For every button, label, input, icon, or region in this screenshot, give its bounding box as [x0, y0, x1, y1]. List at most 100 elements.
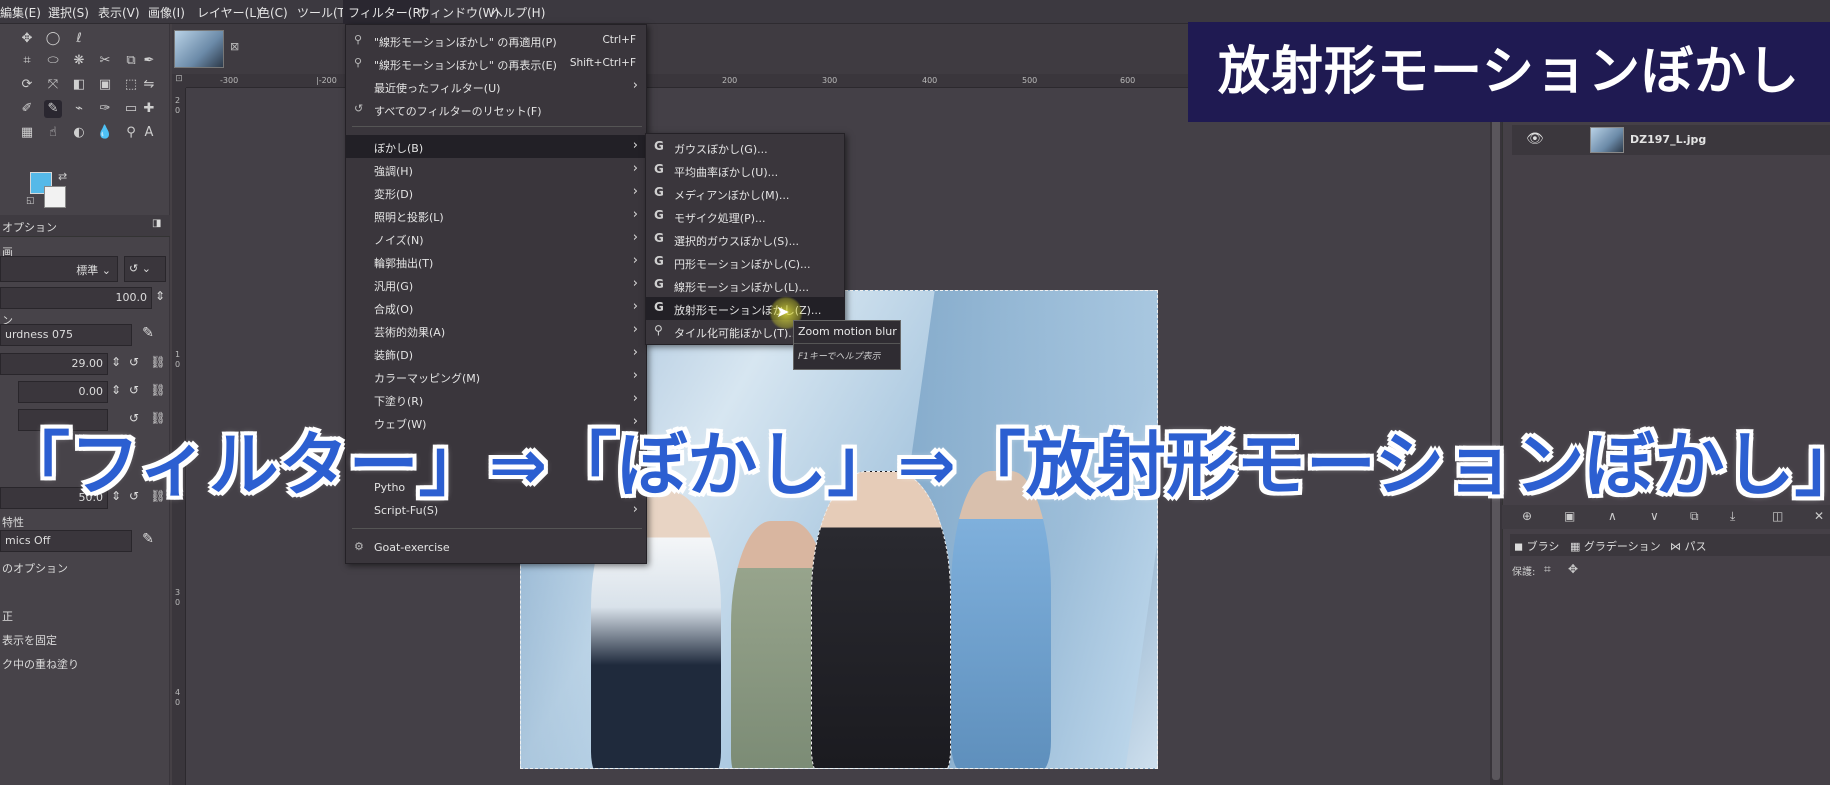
median-blur-item[interactable]: G メディアンぼかし(M)...	[646, 182, 844, 205]
tool-crop-icon[interactable]: ⌗	[18, 52, 36, 70]
tool-clone-icon[interactable]: ▣	[96, 76, 114, 94]
raise-layer-icon[interactable]: ∧	[1608, 509, 1617, 523]
lock-brush-view-checkbox[interactable]: 表示を固定	[2, 632, 57, 648]
mode-select[interactable]: 標準 ⌄	[0, 256, 118, 282]
tool-ink-icon[interactable]: ✑	[96, 100, 114, 118]
tool-fill-icon[interactable]: ◧	[70, 76, 88, 94]
mask-icon[interactable]: ◫	[1772, 509, 1783, 523]
tool-airbrush-icon[interactable]: ⌁	[70, 100, 88, 118]
lower-layer-icon[interactable]: ∨	[1650, 509, 1659, 523]
menu-edit[interactable]: 編集(E)	[0, 4, 41, 21]
tool-paths-icon[interactable]: ✒	[140, 52, 158, 70]
dynamics-field[interactable]: mics Off	[0, 530, 132, 552]
opacity-field[interactable]: 100.0	[0, 287, 152, 309]
apply-jitter-checkbox[interactable]: 正	[2, 608, 13, 624]
gaussian-blur-item[interactable]: G ガウスぼかし(G)...	[646, 136, 844, 159]
layer-row[interactable]: 👁 DZ197_L.jpg	[1512, 125, 1830, 155]
tool-scissors-icon[interactable]: ✂	[96, 52, 114, 70]
size-stepper[interactable]: ⇕	[108, 355, 124, 373]
tool-text-icon[interactable]: A	[140, 124, 158, 142]
tool-pencil-icon[interactable]: ✐	[18, 100, 36, 118]
generic-submenu-item[interactable]: 汎用(G) ›	[346, 273, 646, 296]
reapply-filter-item[interactable]: ⚲ "線形モーションぼかし" の再適用(P) Ctrl+F	[346, 29, 646, 52]
menu-color[interactable]: 色(C)	[258, 4, 288, 21]
tool-move-icon[interactable]: ✥	[18, 30, 36, 48]
map-submenu-item[interactable]: カラーマッピング(M) ›	[346, 365, 646, 388]
tab-menu-icon[interactable]: ◨	[152, 218, 161, 229]
dynamics-options-label[interactable]: のオプション	[2, 560, 68, 576]
duplicate-layer-icon[interactable]: ⧉	[1690, 509, 1699, 524]
tab-gradients[interactable]: ▦ グラデーション	[1570, 538, 1661, 554]
tool-paintbrush-icon[interactable]: ✎	[44, 100, 62, 118]
lock-pixels-icon[interactable]: ⌗	[1544, 562, 1551, 577]
tool-fuzzy-select-icon[interactable]: ❋	[70, 52, 88, 70]
linear-motion-blur-item[interactable]: G 線形モーションぼかし(L)...	[646, 274, 844, 297]
tool-warp-icon[interactable]: ⤧	[44, 76, 62, 94]
background-color-swatch[interactable]	[44, 186, 66, 208]
aspect-reset-icon[interactable]: ↺	[126, 383, 142, 401]
close-tab-icon[interactable]: ⊠	[230, 40, 239, 53]
tool-ellipse-icon[interactable]: ⬭	[44, 52, 62, 70]
zoom-motion-blur-item[interactable]: G 放射形モーションぼかし(Z)...	[646, 297, 844, 320]
mode-reset-select[interactable]: ↺ ⌄	[124, 256, 166, 282]
size-field[interactable]: 29.00	[0, 353, 108, 375]
tool-blur-icon[interactable]: 💧	[96, 124, 114, 142]
aspect-field[interactable]: 0.00	[18, 381, 108, 403]
distort-submenu-item[interactable]: 変形(D) ›	[346, 181, 646, 204]
recent-filters-item[interactable]: 最近使ったフィルター(U) ›	[346, 75, 646, 98]
incremental-checkbox[interactable]: ク中の重ね塗り	[2, 656, 79, 672]
brush-edit-icon[interactable]: ✎	[140, 325, 156, 343]
tab-paths[interactable]: ⋈ パス	[1670, 538, 1707, 554]
menu-view[interactable]: 表示(V)	[98, 4, 140, 21]
tool-blend-icon[interactable]: ▦	[18, 124, 36, 142]
new-layer-icon[interactable]: ⊕	[1522, 509, 1532, 523]
merge-layer-icon[interactable]: ⤓	[1730, 509, 1735, 524]
quickmask-corner-icon[interactable]: ⊡	[172, 74, 186, 88]
tool-ellipse-select-icon[interactable]: ◯	[44, 30, 62, 48]
delete-layer-icon[interactable]: ✕	[1814, 509, 1824, 523]
menu-image[interactable]: 画像(I)	[148, 4, 185, 21]
menu-windows[interactable]: ウィンドウ(W)	[418, 4, 499, 21]
opacity-stepper[interactable]: ⇕	[152, 289, 168, 307]
reshow-filter-item[interactable]: ⚲ "線形モーションぼかし" の再表示(E) Shift+Ctrl+F	[346, 52, 646, 75]
edge-detect-submenu-item[interactable]: 輪郭抽出(T) ›	[346, 250, 646, 273]
decor-submenu-item[interactable]: 装飾(D) ›	[346, 342, 646, 365]
noise-submenu-item[interactable]: ノイズ(N) ›	[346, 227, 646, 250]
image-tab-thumbnail[interactable]	[174, 30, 224, 68]
size-reset-icon[interactable]: ↺	[126, 355, 142, 373]
artistic-submenu-item[interactable]: 芸術的効果(A) ›	[346, 319, 646, 342]
tool-perspective-icon[interactable]: ⬚	[122, 76, 140, 94]
tool-smudge-icon[interactable]: ☝	[44, 124, 62, 142]
selective-gaussian-blur-item[interactable]: G 選択的ガウスぼかし(S)...	[646, 228, 844, 251]
swap-colors-icon[interactable]: ⇄	[58, 170, 67, 183]
eye-icon[interactable]: 👁	[1526, 131, 1544, 147]
menu-tools[interactable]: ツール(T)	[297, 4, 350, 21]
blur-submenu-item[interactable]: ぼかし(B) ›	[346, 135, 646, 158]
aspect-stepper[interactable]: ⇕	[108, 383, 124, 401]
pixelize-item[interactable]: G モザイク処理(P)...	[646, 205, 844, 228]
menu-help[interactable]: ヘルプ(H)	[491, 4, 545, 21]
dynamics-edit-icon[interactable]: ✎	[140, 531, 156, 549]
size-link-icon[interactable]: ⛓	[150, 355, 166, 373]
circular-motion-blur-item[interactable]: G 円形モーションぼかし(C)...	[646, 251, 844, 274]
menu-layer[interactable]: レイヤー(L)	[197, 4, 261, 21]
reset-colors-icon[interactable]: ◱	[26, 196, 35, 206]
goat-exercise-item[interactable]: ⚙ Goat-exercise	[346, 536, 646, 559]
tool-transform-icon[interactable]: ⟳	[18, 76, 36, 94]
reset-filters-item[interactable]: ↺ すべてのフィルターのリセット(F)	[346, 98, 646, 121]
tool-foreground-select-icon[interactable]: ⧉	[122, 52, 140, 70]
brush-field[interactable]: urdness 075	[0, 324, 132, 346]
mean-curvature-blur-item[interactable]: G 平均曲率ぼかし(U)...	[646, 159, 844, 182]
tab-brushes[interactable]: ◼ ブラシ	[1514, 538, 1559, 554]
tool-measure-icon[interactable]: ⚲	[122, 124, 140, 142]
tool-lasso-icon[interactable]: ℓ	[70, 30, 88, 48]
light-shadow-submenu-item[interactable]: 照明と投影(L) ›	[346, 204, 646, 227]
tool-options-tab[interactable]: オプション	[2, 219, 57, 235]
tool-flip-icon[interactable]: ⇋	[140, 76, 158, 94]
tool-dodge-icon[interactable]: ◐	[70, 124, 88, 142]
tool-eraser-icon[interactable]: ▭	[122, 100, 140, 118]
tool-heal-icon[interactable]: ✚	[140, 100, 158, 118]
aspect-link-icon[interactable]: ⛓	[150, 383, 166, 401]
enhance-submenu-item[interactable]: 強調(H) ›	[346, 158, 646, 181]
lock-position-icon[interactable]: ✥	[1568, 562, 1578, 576]
